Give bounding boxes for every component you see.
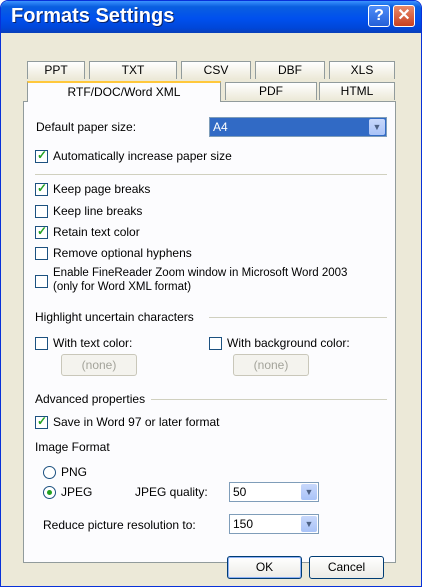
chevron-down-icon[interactable]: ▼ bbox=[301, 484, 317, 500]
help-button[interactable]: ? bbox=[368, 5, 390, 27]
tab-dbf[interactable]: DBF bbox=[255, 61, 325, 79]
tab-html[interactable]: HTML bbox=[319, 82, 395, 100]
tab-csv[interactable]: CSV bbox=[181, 61, 251, 79]
resolution-label: Reduce picture resolution to: bbox=[43, 518, 196, 532]
highlight-section-title: Highlight uncertain characters bbox=[35, 310, 194, 324]
keep-page-breaks-checkbox[interactable] bbox=[35, 181, 48, 196]
separator bbox=[209, 317, 387, 318]
save-word97-label: Save in Word 97 or later format bbox=[53, 415, 220, 429]
chevron-down-icon[interactable]: ▼ bbox=[301, 516, 317, 532]
bg-color-label: With background color: bbox=[227, 336, 350, 350]
retain-text-color-label: Retain text color bbox=[53, 225, 140, 239]
ok-button[interactable]: OK bbox=[227, 556, 302, 579]
text-color-label: With text color: bbox=[53, 336, 133, 350]
keep-line-breaks-label: Keep line breaks bbox=[53, 204, 143, 218]
jpeg-quality-label: JPEG quality: bbox=[135, 485, 208, 499]
auto-increase-label: Automatically increase paper size bbox=[53, 149, 232, 163]
png-label: PNG bbox=[61, 465, 88, 479]
bg-color-checkbox[interactable] bbox=[209, 337, 222, 350]
tab-ppt[interactable]: PPT bbox=[27, 61, 85, 79]
finereader-zoom-checkbox[interactable] bbox=[35, 275, 48, 288]
separator bbox=[35, 174, 387, 175]
close-button[interactable]: ✕ bbox=[393, 5, 415, 27]
paper-size-select[interactable]: A4 ▼ bbox=[209, 117, 387, 137]
remove-hyphens-checkbox[interactable] bbox=[35, 247, 48, 260]
jpeg-label: JPEG bbox=[61, 485, 93, 499]
paper-size-value: A4 bbox=[213, 120, 228, 134]
finereader-zoom-label-line2: (only for Word XML format) bbox=[53, 281, 192, 293]
image-format-title: Image Format bbox=[35, 440, 110, 454]
resolution-value: 150 bbox=[233, 517, 254, 531]
separator bbox=[151, 399, 387, 400]
remove-hyphens-label: Remove optional hyphens bbox=[53, 246, 192, 260]
auto-increase-checkbox[interactable] bbox=[35, 148, 48, 163]
finereader-zoom-label-line1: Enable FineReader Zoom window in Microso… bbox=[53, 267, 348, 279]
jpeg-quality-value: 50 bbox=[233, 485, 247, 499]
resolution-select[interactable]: 150 ▼ bbox=[229, 514, 319, 534]
retain-text-color-checkbox[interactable] bbox=[35, 224, 48, 239]
text-color-button[interactable]: (none) bbox=[61, 354, 137, 376]
tab-txt[interactable]: TXT bbox=[89, 61, 177, 79]
window-title: Formats Settings bbox=[11, 5, 175, 27]
jpeg-quality-select[interactable]: 50 ▼ bbox=[229, 482, 319, 502]
paper-size-label: Default paper size: bbox=[36, 120, 137, 134]
cancel-button[interactable]: Cancel bbox=[309, 556, 384, 579]
title-bar[interactable]: Formats Settings ? ✕ bbox=[1, 1, 421, 33]
tab-xls[interactable]: XLS bbox=[329, 61, 395, 79]
jpeg-radio[interactable] bbox=[43, 486, 56, 499]
bg-color-button[interactable]: (none) bbox=[233, 354, 309, 376]
advanced-section-title: Advanced properties bbox=[35, 392, 146, 406]
text-color-checkbox[interactable] bbox=[35, 337, 48, 350]
tab-pdf[interactable]: PDF bbox=[225, 82, 317, 100]
formats-settings-window: Formats Settings ? ✕ PPT TXT CSV DBF XLS… bbox=[0, 0, 422, 587]
chevron-down-icon[interactable]: ▼ bbox=[369, 119, 385, 135]
tab-rtf-doc-word-xml[interactable]: RTF/DOC/Word XML bbox=[27, 81, 221, 102]
keep-line-breaks-checkbox[interactable] bbox=[35, 205, 48, 218]
save-word97-checkbox[interactable] bbox=[35, 414, 48, 429]
keep-page-breaks-label: Keep page breaks bbox=[53, 182, 151, 196]
png-radio[interactable] bbox=[43, 466, 56, 479]
